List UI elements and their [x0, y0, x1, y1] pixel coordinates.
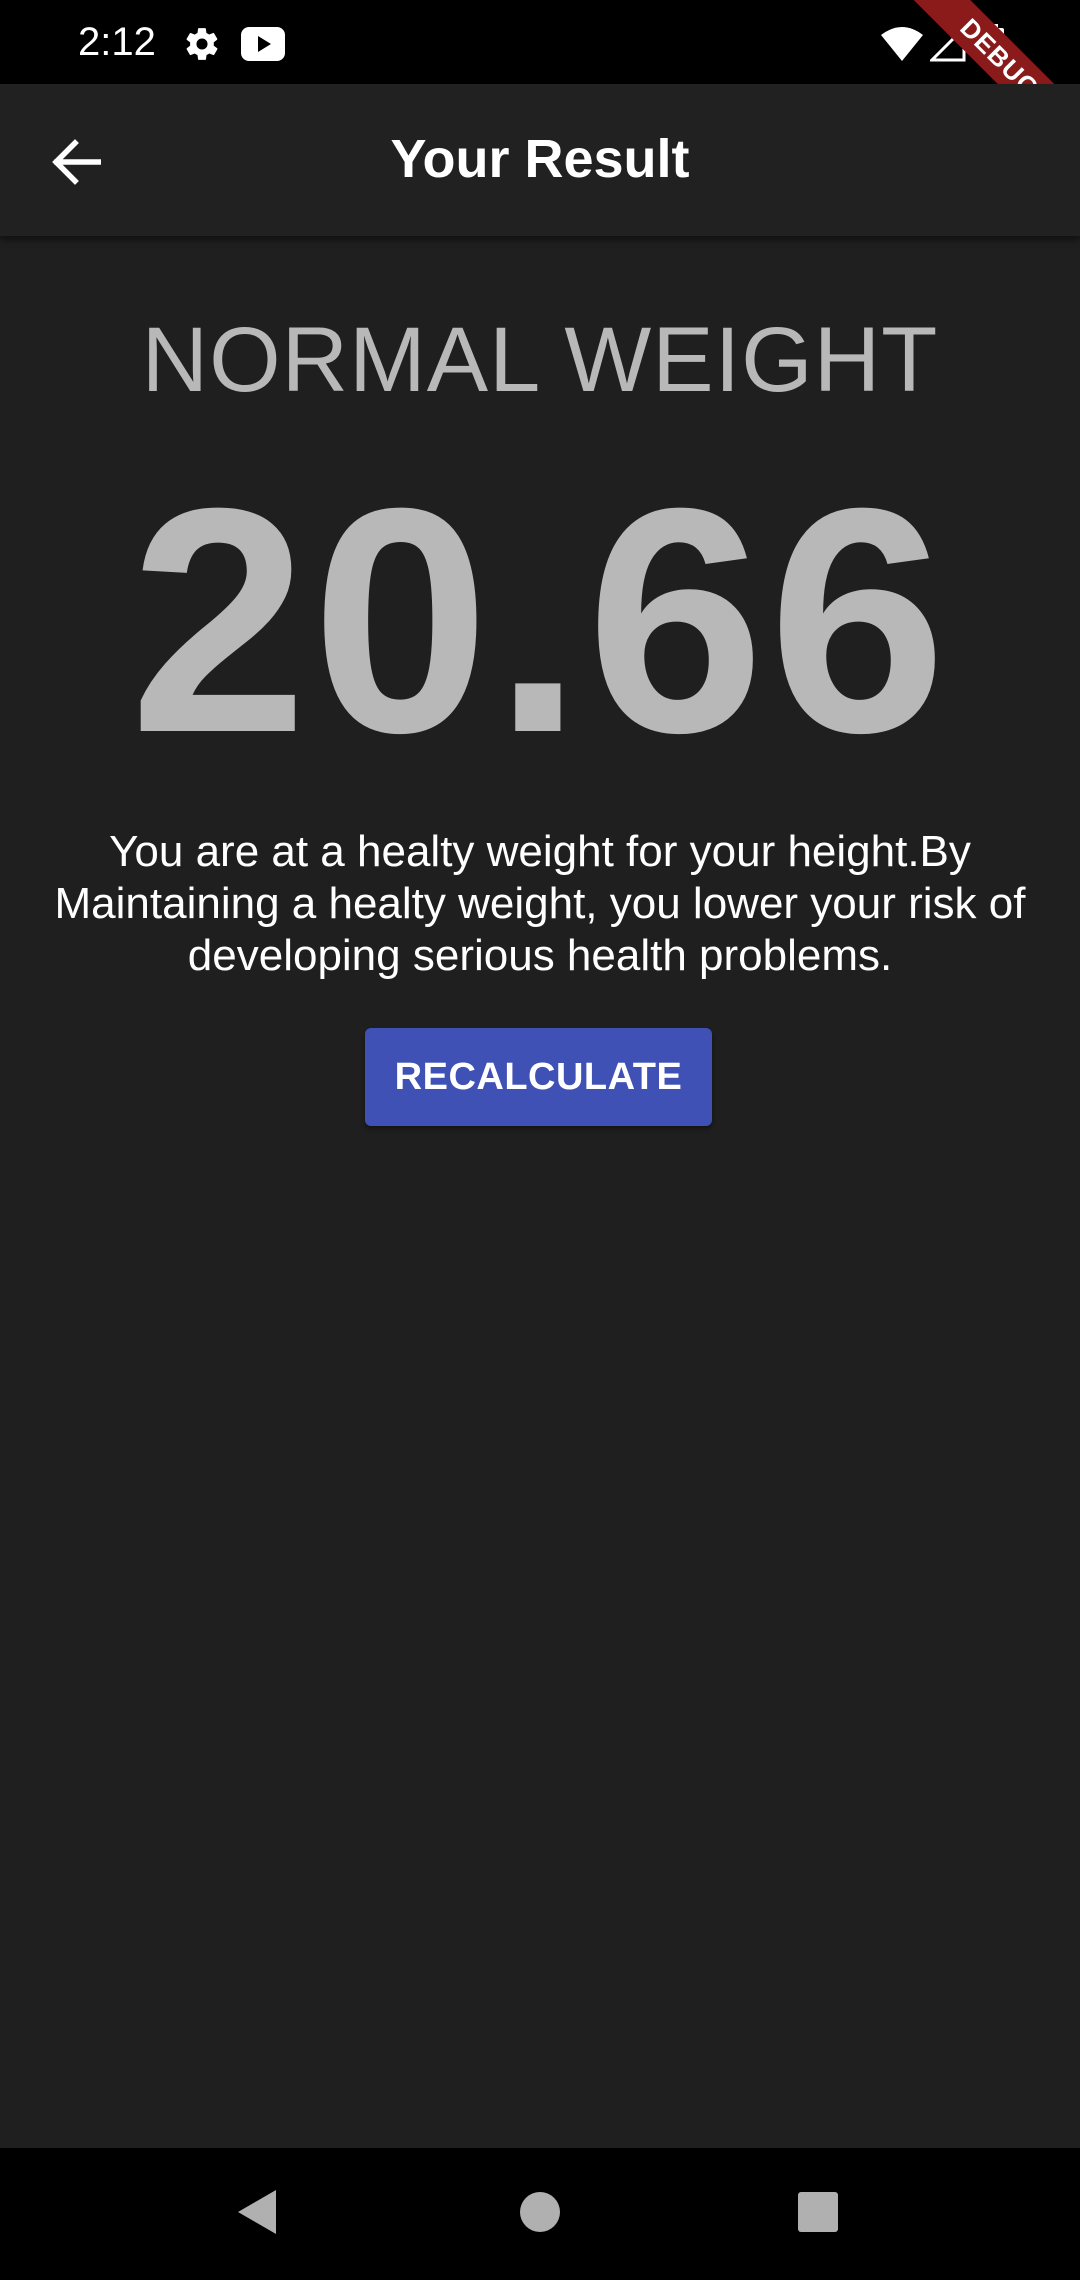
bmi-value: 20.66 [129, 441, 951, 799]
home-circle-icon [518, 2190, 562, 2239]
back-triangle-icon [236, 2188, 280, 2241]
result-interpretation: You are at a healty weight for your heig… [54, 827, 1026, 980]
arrow-back-icon [51, 138, 102, 190]
app-bar: Your Result [0, 84, 1080, 236]
status-time: 2:12 [78, 20, 156, 64]
nav-home-button[interactable] [504, 2178, 576, 2250]
nav-recents-button[interactable] [782, 2178, 854, 2250]
page-title: Your Result [390, 129, 690, 189]
status-bar: 2:12 DEBUG [0, 0, 1080, 179]
gear-icon [180, 22, 224, 66]
wifi-icon [880, 22, 924, 66]
system-nav-bar [0, 2148, 1080, 2280]
back-button[interactable] [40, 128, 112, 200]
recents-square-icon [797, 2191, 839, 2238]
nav-back-button[interactable] [222, 2178, 294, 2250]
result-category: NORMAL WEIGHT [141, 309, 939, 411]
recalculate-button[interactable]: RECALCULATE [365, 1028, 712, 1126]
result-screen: 2:12 DEBUG Your Result NORMAL WEIGHT 20.… [0, 0, 1080, 2280]
youtube-icon [240, 22, 286, 66]
